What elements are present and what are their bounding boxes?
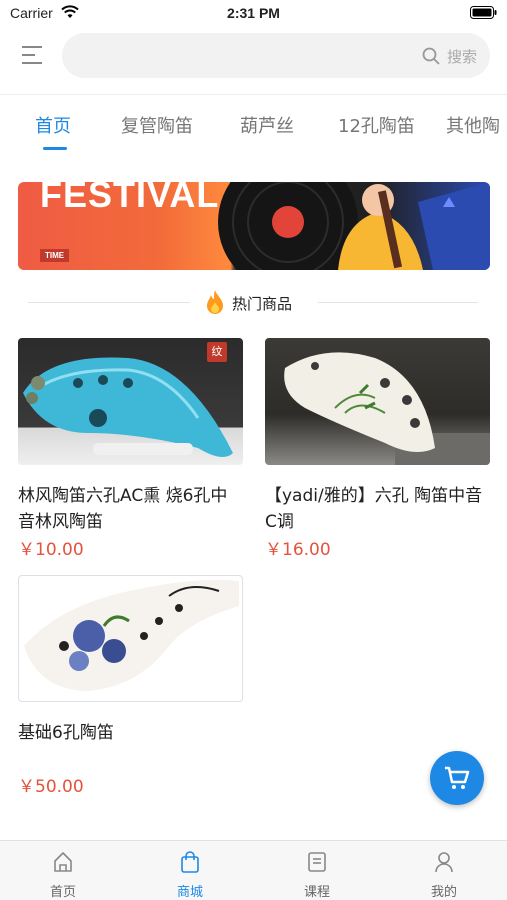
battery-icon	[470, 6, 497, 19]
fire-icon	[207, 290, 223, 314]
nav-item-mall[interactable]: 商城	[127, 841, 253, 900]
ocarina-illustration	[284, 352, 490, 465]
nav-label: 商城	[176, 885, 203, 900]
section-title: 热门商品	[232, 295, 293, 313]
product-card[interactable]: 【yadi/雅的】六孔 陶笛中音C调 ￥16.00	[265, 338, 490, 568]
home-icon	[54, 852, 72, 872]
product-price: ￥50.00	[18, 777, 84, 797]
nav-label: 首页	[49, 885, 76, 900]
category-tabs: 首页 复管陶笛 葫芦丝 12孔陶笛 其他陶	[0, 112, 507, 154]
header-divider	[0, 94, 507, 95]
product-badge: 纹	[207, 342, 227, 362]
cart-button[interactable]	[430, 751, 484, 805]
banner-illustration	[218, 182, 490, 270]
search-input[interactable]: 搜索	[62, 33, 490, 78]
product-image[interactable]: 纹	[18, 338, 243, 465]
product-card[interactable]: 纹 林风陶笛六孔AC熏 烧6孔中音林风陶笛 ￥10.00	[18, 338, 243, 568]
promo-banner[interactable]: FESTIVAL TIME	[18, 182, 490, 270]
tab-hulusi[interactable]: 葫芦丝	[240, 112, 294, 138]
nav-label: 我的	[430, 885, 457, 900]
status-bar: Carrier 2:31 PM	[0, 0, 507, 28]
hot-products-header: 热门商品	[0, 285, 507, 319]
tab-home[interactable]: 首页	[35, 112, 71, 138]
search-header: 搜索	[0, 30, 507, 88]
nav-item-profile[interactable]: 我的	[381, 841, 507, 900]
clock: 2:31 PM	[227, 5, 280, 21]
book-icon	[308, 852, 326, 872]
tab-other-ocarina[interactable]: 其他陶	[446, 112, 500, 138]
nav-label: 课程	[303, 885, 330, 900]
banner-headline: FESTIVAL	[40, 182, 220, 215]
nav-item-home[interactable]: 首页	[0, 841, 126, 900]
product-title[interactable]: 【yadi/雅的】六孔 陶笛中音C调	[265, 483, 490, 535]
cart-icon	[445, 766, 470, 789]
search-label: 搜索	[446, 48, 477, 66]
divider-line	[318, 302, 478, 303]
ocarina-illustration	[24, 579, 239, 691]
active-tab-indicator	[43, 147, 67, 150]
product-image[interactable]	[265, 338, 490, 465]
user-icon	[435, 852, 453, 873]
product-title[interactable]: 林风陶笛六孔AC熏 烧6孔中音林风陶笛	[18, 483, 243, 535]
nav-item-courses[interactable]: 课程	[254, 841, 380, 900]
product-card[interactable]: 基础6孔陶笛 ￥50.00	[18, 575, 243, 805]
product-price: ￥16.00	[265, 540, 331, 560]
tab-12-hole-ocarina[interactable]: 12孔陶笛	[338, 112, 415, 138]
product-image[interactable]	[18, 575, 243, 702]
bottom-nav: 首页 商城 课程 我的	[0, 840, 507, 900]
divider-line	[28, 302, 190, 303]
banner-tag: TIME	[40, 249, 70, 262]
product-price: ￥10.00	[18, 540, 84, 560]
product-title[interactable]: 基础6孔陶笛	[18, 720, 243, 746]
menu-icon[interactable]	[22, 45, 42, 65]
shopping-bag-icon	[181, 851, 199, 873]
tab-double-ocarina[interactable]: 复管陶笛	[121, 112, 193, 138]
search-icon	[422, 47, 440, 65]
